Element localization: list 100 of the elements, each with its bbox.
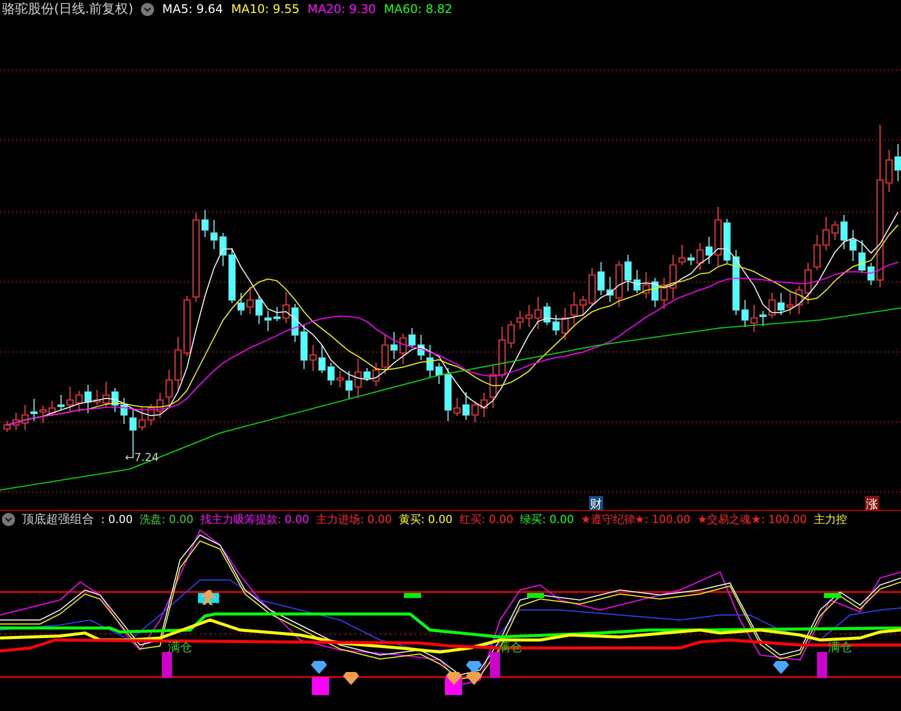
candlestick xyxy=(796,286,802,314)
candlestick xyxy=(544,302,550,326)
dropdown-icon[interactable] xyxy=(2,513,15,526)
indicator-value: ★遵守纪律★: 100.00 xyxy=(580,512,690,527)
candlestick xyxy=(4,420,10,432)
candlestick xyxy=(274,306,280,322)
indicator-value: 红买: 0.00 xyxy=(460,512,514,527)
candlestick xyxy=(688,254,694,266)
moving-average-legend: MA5: 9.64 xyxy=(162,2,224,16)
candlestick xyxy=(670,254,676,300)
indicator-value: : 0.00 xyxy=(101,513,133,526)
candlestick xyxy=(768,292,776,318)
signal-bar xyxy=(404,593,421,598)
candlestick xyxy=(570,292,578,324)
signal-bar xyxy=(824,593,841,598)
candlestick xyxy=(22,404,28,430)
candlestick xyxy=(850,230,856,262)
candlestick xyxy=(318,344,326,374)
candlestick xyxy=(580,296,586,316)
candlestick xyxy=(724,218,730,264)
indicator-value: 洗盘: 0.00 xyxy=(140,512,194,527)
candlestick xyxy=(634,270,640,294)
moving-average-legend: MA10: 9.55 xyxy=(231,2,300,16)
candlestick xyxy=(48,400,56,416)
candlestick xyxy=(858,240,866,274)
runner-icon xyxy=(198,590,219,605)
candlestick xyxy=(526,304,532,328)
candlestick xyxy=(174,336,182,392)
candlestick xyxy=(508,320,514,348)
candlestick xyxy=(382,334,388,374)
candlestick xyxy=(822,216,830,250)
candlestick xyxy=(678,244,686,266)
candlestick xyxy=(786,292,794,314)
candlestick xyxy=(228,248,236,304)
candlestick xyxy=(472,400,478,422)
candlestick xyxy=(246,286,254,314)
position-bar xyxy=(490,652,500,678)
diamond-icon xyxy=(311,661,327,674)
candlestick xyxy=(220,232,226,266)
candlestick xyxy=(642,272,650,298)
candlestick xyxy=(76,390,82,412)
candlestick xyxy=(84,384,92,414)
candlestick xyxy=(436,362,442,384)
candlestick xyxy=(238,292,244,316)
candlestick xyxy=(202,210,208,238)
diamond-icon xyxy=(466,672,482,685)
candlestick xyxy=(886,150,892,192)
event-badge[interactable]: 财 xyxy=(589,496,603,510)
candlestick xyxy=(264,310,272,332)
candlestick xyxy=(336,370,344,388)
candlestick xyxy=(832,220,838,240)
candlestick xyxy=(156,392,164,418)
candlestick xyxy=(58,394,64,410)
indicator-value: 绿买: 0.00 xyxy=(520,512,574,527)
candlestick xyxy=(778,292,784,316)
candlestick xyxy=(66,386,74,412)
candlestick xyxy=(750,304,758,332)
candlestick xyxy=(354,358,362,398)
candlestick xyxy=(444,368,452,422)
candlestick xyxy=(814,234,820,270)
candlestick xyxy=(166,370,172,406)
candlestick xyxy=(292,304,298,342)
candlestick xyxy=(256,296,262,324)
candlestick xyxy=(120,398,128,424)
candlestick xyxy=(660,278,668,310)
moving-average-legend: MA60: 8.82 xyxy=(384,2,452,16)
candlestick xyxy=(714,206,722,266)
candlestick xyxy=(498,326,506,378)
candlestick xyxy=(328,362,334,386)
candlestick xyxy=(562,308,568,340)
diamond-icon xyxy=(773,661,789,674)
candlestick xyxy=(616,260,622,308)
candlestick xyxy=(300,324,308,370)
position-bar xyxy=(162,652,172,678)
indicator-value: 主力进场: 0.00 xyxy=(316,512,392,527)
candlestick xyxy=(12,412,20,430)
candlestick xyxy=(184,296,190,356)
candlestick xyxy=(480,392,488,418)
event-badge[interactable]: 涨 xyxy=(865,496,879,510)
candlestick xyxy=(138,406,146,430)
candlestick xyxy=(30,398,38,422)
candlestick xyxy=(652,278,658,308)
candlestick xyxy=(400,334,406,364)
candlestick xyxy=(454,398,460,416)
candlestick xyxy=(840,214,848,250)
candlestick xyxy=(588,268,596,306)
signal-block xyxy=(312,677,329,695)
signal-bar xyxy=(527,593,544,598)
candlestick xyxy=(742,300,748,328)
candlestick xyxy=(696,242,704,270)
candlestick xyxy=(606,276,614,302)
moving-average-legend: MA20: 9.30 xyxy=(307,2,376,16)
candlestick xyxy=(282,292,290,324)
stock-title: 骆驼股份(日线.前复权) xyxy=(2,1,134,18)
candlestick xyxy=(552,314,560,336)
candlestick xyxy=(390,332,398,360)
candlestick xyxy=(310,344,316,372)
candlestick xyxy=(408,328,416,348)
position-bar xyxy=(817,652,827,678)
dropdown-icon[interactable] xyxy=(141,2,154,16)
